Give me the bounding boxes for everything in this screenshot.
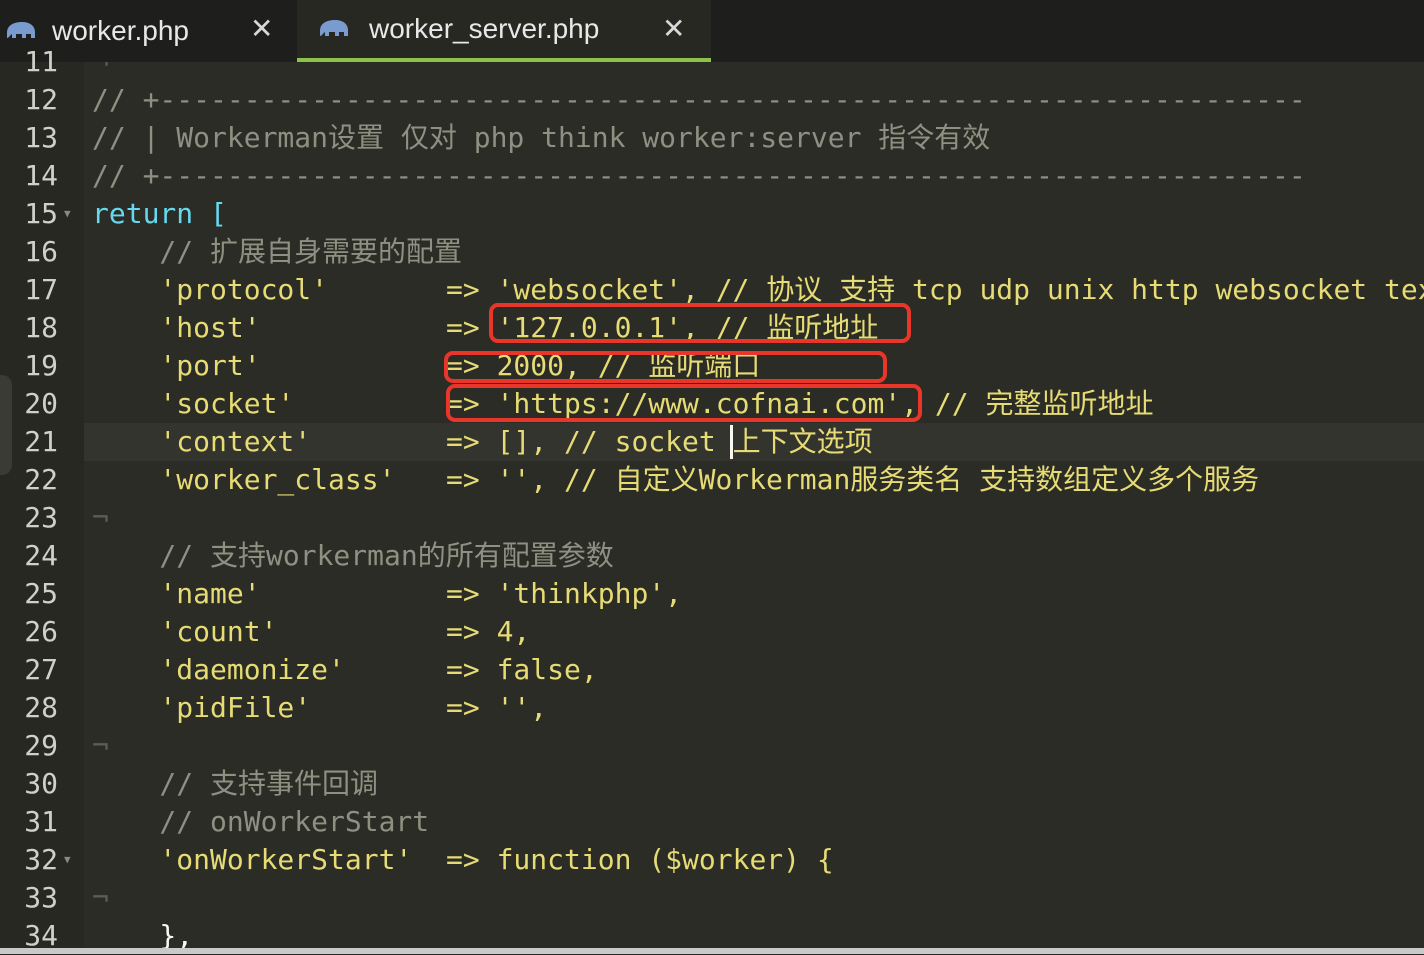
tab-worker-server-php[interactable]: worker_server.php ✕ bbox=[297, 0, 711, 62]
line-number: 33 bbox=[24, 881, 58, 914]
code-line: ¬ bbox=[92, 501, 109, 534]
line-number: 31 bbox=[24, 805, 58, 838]
code-line-current: 'context' => [], // socket 上下文选项 bbox=[84, 423, 1424, 461]
code-line: 'count' => 4, bbox=[84, 613, 1424, 651]
highlight-box-host bbox=[489, 303, 911, 343]
code-line: 'daemonize' => false, bbox=[84, 651, 1424, 689]
line-number: 18 bbox=[24, 311, 58, 344]
code-text: // | Workerman设置 仅对 php think worker:ser… bbox=[92, 121, 991, 154]
sidebar-collapse-handle[interactable] bbox=[0, 375, 12, 475]
line-number: 23 bbox=[24, 501, 58, 534]
line-number: 11 bbox=[24, 45, 58, 78]
php-elephant-icon bbox=[7, 22, 35, 38]
code-text: 'context' => [], // socket 上下文选项 bbox=[92, 425, 873, 458]
line-number: 13 bbox=[24, 121, 58, 154]
line-number: 15 bbox=[24, 197, 58, 230]
code-line: 'name' => 'thinkphp', bbox=[84, 575, 1424, 613]
code-text: // +------------------------------------… bbox=[92, 83, 1306, 116]
tab-label: worker_server.php bbox=[369, 13, 600, 44]
code-text: 'daemonize' => false, bbox=[92, 653, 598, 686]
code-line: 'worker_class' => '', // 自定义Workerman服务类… bbox=[84, 461, 1424, 499]
code-line: // +------------------------------------… bbox=[84, 81, 1424, 119]
code-text: 'worker_class' => '', // 自定义Workerman服务类… bbox=[92, 463, 1260, 496]
code-text: // 支持事件回调 bbox=[92, 767, 379, 800]
code-editor[interactable]: ¬ // +----------------------------------… bbox=[84, 62, 1424, 954]
tab-label: worker.php bbox=[52, 15, 189, 46]
close-icon[interactable]: ✕ bbox=[250, 12, 273, 45]
code-text: // 扩展自身需要的配置 bbox=[92, 235, 463, 268]
code-text: // onWorkerStart bbox=[92, 805, 430, 838]
line-number: 26 bbox=[24, 615, 58, 648]
code-line: // | Workerman设置 仅对 php think worker:ser… bbox=[84, 119, 1424, 157]
line-number: 25 bbox=[24, 577, 58, 610]
line-number: 17 bbox=[24, 273, 58, 306]
line-number: 29 bbox=[24, 729, 58, 762]
close-icon[interactable]: ✕ bbox=[662, 12, 685, 45]
tab-bar: worker.php ✕ worker_server.php ✕ bbox=[0, 0, 1424, 62]
code-line: // 支持事件回调 bbox=[84, 765, 1424, 803]
code-text: // 支持workerman的所有配置参数 bbox=[92, 539, 614, 572]
code-line: // 扩展自身需要的配置 bbox=[84, 233, 1424, 271]
code-text: return [ bbox=[92, 197, 227, 230]
line-number: 16 bbox=[24, 235, 58, 268]
code-line: // +------------------------------------… bbox=[84, 157, 1424, 195]
line-number: 30 bbox=[24, 767, 58, 800]
code-line: // 支持workerman的所有配置参数 bbox=[84, 537, 1424, 575]
horizontal-scrollbar[interactable] bbox=[0, 948, 1424, 954]
php-elephant-icon bbox=[320, 20, 348, 36]
line-number: 32 bbox=[24, 843, 58, 876]
code-text: 'count' => 4, bbox=[92, 615, 531, 648]
highlight-box-socket bbox=[446, 384, 922, 422]
line-number: 28 bbox=[24, 691, 58, 724]
code-line: ¬ bbox=[92, 881, 109, 914]
code-line: 'onWorkerStart' => function ($worker) { bbox=[84, 841, 1424, 879]
code-line: 'pidFile' => '', bbox=[84, 689, 1424, 727]
code-line: // onWorkerStart bbox=[84, 803, 1424, 841]
code-line: ¬ bbox=[92, 729, 109, 762]
line-number: 12 bbox=[24, 83, 58, 116]
fold-arrow-icon[interactable]: ▼ bbox=[64, 195, 78, 233]
fold-arrow-icon[interactable]: ▼ bbox=[64, 841, 78, 879]
line-number: 14 bbox=[24, 159, 58, 192]
code-text: 'name' => 'thinkphp', bbox=[92, 577, 683, 610]
code-text: // +------------------------------------… bbox=[92, 159, 1306, 192]
code-line: ¬ bbox=[84, 62, 1424, 81]
text-caret bbox=[730, 425, 733, 459]
code-line: return [ bbox=[84, 195, 1424, 233]
highlight-box-port bbox=[444, 351, 887, 383]
code-text: 'pidFile' => '', bbox=[92, 691, 548, 724]
line-number: 27 bbox=[24, 653, 58, 686]
code-text: 'onWorkerStart' => function ($worker) { bbox=[92, 843, 834, 876]
line-number: 24 bbox=[24, 539, 58, 572]
line-number-gutter: 11 12 13 14 15 ▼ 16 17 18 19 20 21 22 23… bbox=[0, 45, 84, 954]
